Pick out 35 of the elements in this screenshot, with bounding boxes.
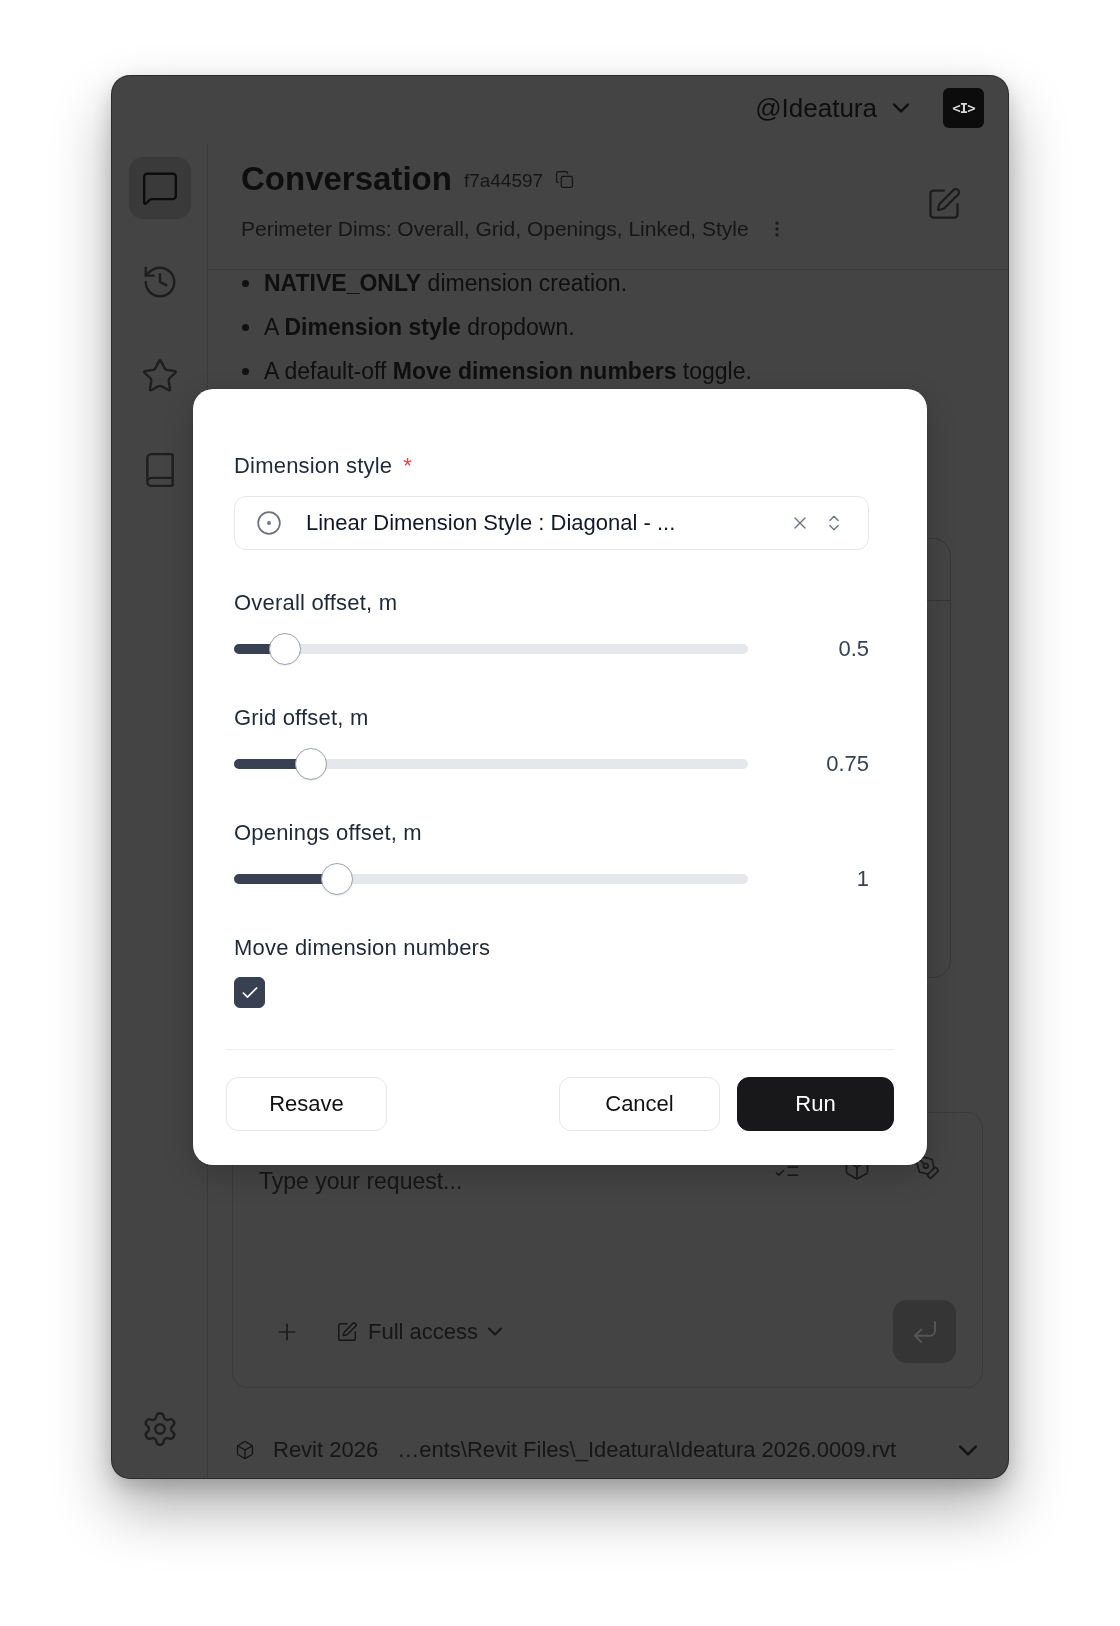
edit-icon — [336, 1320, 358, 1343]
resave-button[interactable]: Resave — [226, 1077, 387, 1131]
bullet-icon — [242, 367, 249, 375]
nav-button[interactable] — [128, 157, 191, 219]
app-logo: <I> — [943, 88, 984, 128]
chevron-down-icon[interactable] — [959, 1444, 977, 1456]
checkbox[interactable] — [234, 977, 265, 1008]
chevron-down-icon — [488, 1327, 503, 1336]
cube-icon — [235, 1440, 255, 1460]
slider-thumb[interactable] — [320, 863, 353, 895]
slider-value: 0.75 — [826, 751, 869, 777]
send-button[interactable] — [893, 1300, 956, 1363]
field-label: Dimension style — [234, 453, 393, 479]
slider-thumb[interactable] — [269, 633, 302, 665]
bullet-icon — [242, 323, 249, 331]
slider-value: 1 — [856, 866, 869, 892]
style-select[interactable]: Linear Dimension Style : Diagonal - ... — [234, 496, 869, 550]
offset-slider[interactable] — [234, 863, 748, 895]
copy-icon[interactable] — [555, 169, 575, 189]
cancel-button[interactable]: Cancel — [559, 1077, 720, 1131]
offset-slider[interactable] — [234, 748, 748, 780]
star-icon — [140, 357, 179, 395]
slider-thumb[interactable] — [295, 748, 328, 780]
edit-icon[interactable] — [926, 186, 962, 222]
circle-dot-icon — [256, 510, 282, 536]
required-mark: * — [403, 455, 412, 477]
run-button[interactable]: Run — [737, 1077, 894, 1131]
offset-slider[interactable] — [234, 633, 748, 665]
chevron-down-icon — [893, 103, 909, 113]
field-label: Move dimension numbers — [234, 935, 491, 961]
field-label: Grid offset, m — [234, 705, 369, 731]
slider-value: 0.5 — [838, 636, 869, 662]
field-label: Overall offset, m — [234, 590, 398, 616]
bullet-icon — [242, 279, 249, 287]
field-label: Openings offset, m — [234, 820, 422, 846]
